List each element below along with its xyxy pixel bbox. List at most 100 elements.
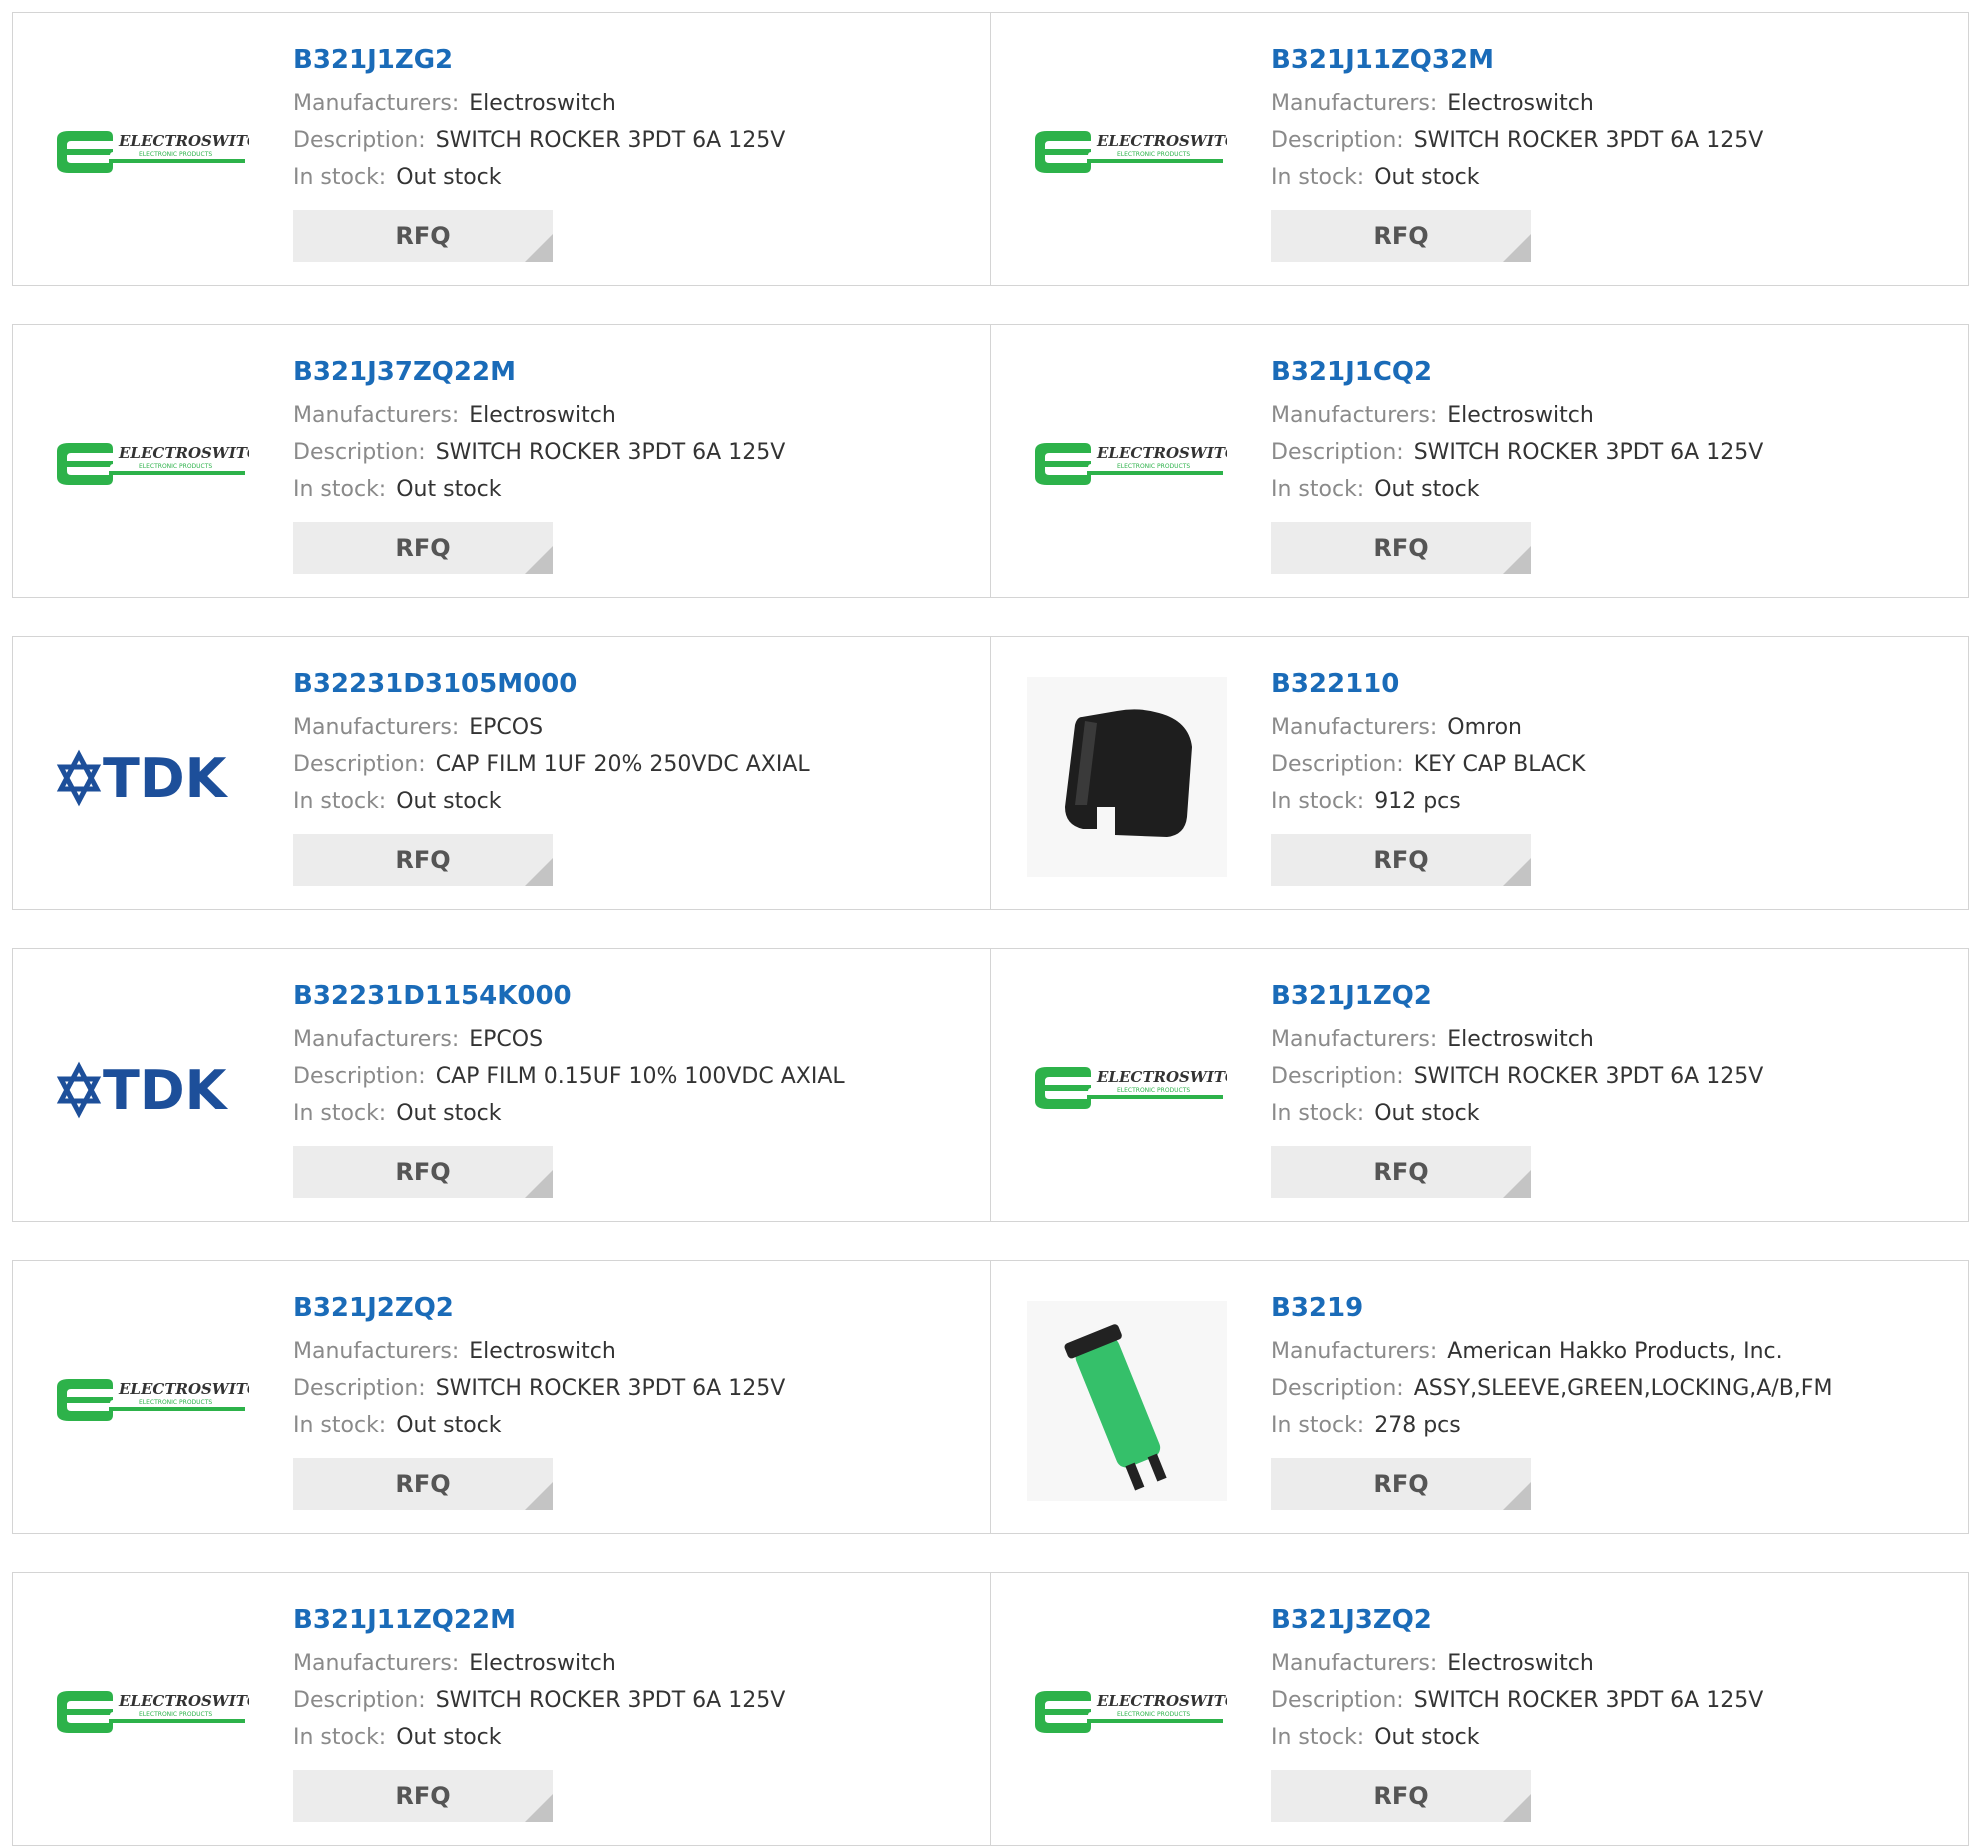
rfq-label: RFQ xyxy=(395,1470,451,1498)
manufacturer-label: Manufacturers: xyxy=(293,403,460,428)
product-image[interactable]: ELECTROSWITCHELECTRONIC PRODUCTS xyxy=(49,53,249,253)
part-number-link[interactable]: B321J1ZQ2 xyxy=(1271,977,1951,1015)
rfq-button[interactable]: RFQ xyxy=(293,834,553,886)
rfq-button[interactable]: RFQ xyxy=(1271,1770,1531,1822)
corner-triangle-icon xyxy=(525,1482,553,1510)
stock-value: 912 pcs xyxy=(1374,789,1461,814)
stock-label: In stock: xyxy=(1271,1725,1365,1750)
part-number-link[interactable]: B321J3ZQ2 xyxy=(1271,1601,1951,1639)
manufacturer-row: Manufacturers: Electroswitch xyxy=(293,397,973,434)
rfq-label: RFQ xyxy=(1373,1158,1429,1186)
stock-value: Out stock xyxy=(396,1725,502,1750)
electroswitch-logo-subtext: ELECTRONIC PRODUCTS xyxy=(1117,1087,1190,1094)
electroswitch-logo-icon: ELECTROSWITCHELECTRONIC PRODUCTS xyxy=(1035,131,1227,173)
description-row: Description: SWITCH ROCKER 3PDT 6A 125V xyxy=(293,1370,973,1407)
part-number-link[interactable]: B3219 xyxy=(1271,1289,1951,1327)
rfq-button[interactable]: RFQ xyxy=(293,522,553,574)
product-image[interactable]: ELECTROSWITCHELECTRONIC PRODUCTS xyxy=(49,1301,249,1501)
part-number-link[interactable]: B32231D1154K000 xyxy=(293,977,973,1015)
description-value: SWITCH ROCKER 3PDT 6A 125V xyxy=(435,440,786,465)
description-value: SWITCH ROCKER 3PDT 6A 125V xyxy=(435,128,786,153)
product-info: B322110 Manufacturers: Omron Description:… xyxy=(1271,665,1951,886)
product-image[interactable]: ELECTROSWITCHELECTRONIC PRODUCTS xyxy=(49,365,249,565)
product-row: ELECTROSWITCHELECTRONIC PRODUCTS B321J37… xyxy=(12,324,1969,598)
rfq-button[interactable]: RFQ xyxy=(293,1458,553,1510)
product-row: TDK B32231D3105M000 Manufacturers: EPCOS … xyxy=(12,636,1969,910)
stock-value: Out stock xyxy=(396,165,502,190)
rfq-button[interactable]: RFQ xyxy=(1271,1458,1531,1510)
description-row: Description: SWITCH ROCKER 3PDT 6A 125V xyxy=(1271,1058,1951,1095)
electroswitch-logo-subtext: ELECTRONIC PRODUCTS xyxy=(1117,151,1190,158)
stock-value: Out stock xyxy=(396,789,502,814)
description-label: Description: xyxy=(1271,440,1404,465)
product-image[interactable]: ELECTROSWITCHELECTRONIC PRODUCTS xyxy=(1027,1613,1227,1813)
rfq-label: RFQ xyxy=(1373,1782,1429,1810)
product-card: ELECTROSWITCHELECTRONIC PRODUCTS B321J37… xyxy=(12,324,991,598)
stock-value: Out stock xyxy=(1374,1725,1480,1750)
product-image[interactable]: TDK xyxy=(49,989,249,1189)
manufacturer-row: Manufacturers: Electroswitch xyxy=(293,1333,973,1370)
product-image[interactable]: ELECTROSWITCHELECTRONIC PRODUCTS xyxy=(1027,365,1227,565)
part-number-link[interactable]: B321J1ZG2 xyxy=(293,41,973,79)
rfq-button[interactable]: RFQ xyxy=(1271,1146,1531,1198)
stock-row: In stock: Out stock xyxy=(1271,471,1951,508)
electroswitch-logo-icon: ELECTROSWITCHELECTRONIC PRODUCTS xyxy=(57,1379,249,1421)
manufacturer-row: Manufacturers: EPCOS xyxy=(293,709,973,746)
product-image[interactable]: ELECTROSWITCHELECTRONIC PRODUCTS xyxy=(1027,53,1227,253)
tdk-logo-icon: TDK xyxy=(56,1059,229,1122)
stock-value: Out stock xyxy=(396,1413,502,1438)
manufacturer-value: EPCOS xyxy=(469,715,544,740)
rfq-label: RFQ xyxy=(395,1782,451,1810)
product-row: TDK B32231D1154K000 Manufacturers: EPCOS … xyxy=(12,948,1969,1222)
manufacturer-row: Manufacturers: EPCOS xyxy=(293,1021,973,1058)
rfq-button[interactable]: RFQ xyxy=(1271,834,1531,886)
electroswitch-logo-text: ELECTROSWITCH xyxy=(1096,1068,1227,1086)
product-image[interactable] xyxy=(1027,677,1227,877)
part-number-link[interactable]: B321J1CQ2 xyxy=(1271,353,1951,391)
rfq-button[interactable]: RFQ xyxy=(1271,210,1531,262)
manufacturer-row: Manufacturers: Electroswitch xyxy=(1271,85,1951,122)
product-image[interactable] xyxy=(1027,1301,1227,1501)
rfq-button[interactable]: RFQ xyxy=(293,1146,553,1198)
description-row: Description: SWITCH ROCKER 3PDT 6A 125V xyxy=(293,122,973,159)
stock-row: In stock: Out stock xyxy=(293,1407,973,1444)
part-number-link[interactable]: B322110 xyxy=(1271,665,1951,703)
electroswitch-logo-icon: ELECTROSWITCHELECTRONIC PRODUCTS xyxy=(57,131,249,173)
part-number-link[interactable]: B32231D3105M000 xyxy=(293,665,973,703)
rfq-button[interactable]: RFQ xyxy=(1271,522,1531,574)
stock-label: In stock: xyxy=(1271,1413,1365,1438)
rfq-button[interactable]: RFQ xyxy=(293,1770,553,1822)
electroswitch-logo-subtext: ELECTRONIC PRODUCTS xyxy=(1117,463,1190,470)
part-number-link[interactable]: B321J11ZQ22M xyxy=(293,1601,973,1639)
electroswitch-logo-subtext: ELECTRONIC PRODUCTS xyxy=(139,1399,212,1406)
stock-value: Out stock xyxy=(1374,477,1480,502)
product-image[interactable]: TDK xyxy=(49,677,249,877)
stock-value: Out stock xyxy=(1374,165,1480,190)
description-value: CAP FILM 0.15UF 10% 100VDC AXIAL xyxy=(435,1064,845,1089)
stock-row: In stock: 912 pcs xyxy=(1271,783,1951,820)
rfq-label: RFQ xyxy=(1373,534,1429,562)
description-label: Description: xyxy=(293,1064,426,1089)
product-image[interactable]: ELECTROSWITCHELECTRONIC PRODUCTS xyxy=(1027,989,1227,1189)
manufacturer-value: American Hakko Products, Inc. xyxy=(1447,1339,1783,1364)
manufacturer-label: Manufacturers: xyxy=(293,1651,460,1676)
manufacturer-value: Electroswitch xyxy=(469,91,616,116)
electroswitch-logo-icon: ELECTROSWITCHELECTRONIC PRODUCTS xyxy=(57,1691,249,1733)
description-label: Description: xyxy=(1271,128,1404,153)
product-info: B32231D1154K000 Manufacturers: EPCOS Desc… xyxy=(293,977,973,1198)
rfq-button[interactable]: RFQ xyxy=(293,210,553,262)
product-info: B32231D3105M000 Manufacturers: EPCOS Desc… xyxy=(293,665,973,886)
description-value: ASSY,SLEEVE,GREEN,LOCKING,A/B,FM xyxy=(1413,1376,1833,1401)
electroswitch-logo-subtext: ELECTRONIC PRODUCTS xyxy=(139,1711,212,1718)
manufacturer-value: Electroswitch xyxy=(1447,1651,1594,1676)
description-value: SWITCH ROCKER 3PDT 6A 125V xyxy=(435,1688,786,1713)
manufacturer-row: Manufacturers: Electroswitch xyxy=(1271,1645,1951,1682)
green-sleeve-photo-icon xyxy=(1027,1301,1227,1501)
corner-triangle-icon xyxy=(1503,234,1531,262)
part-number-link[interactable]: B321J11ZQ32M xyxy=(1271,41,1951,79)
product-row: ELECTROSWITCHELECTRONIC PRODUCTS B321J2Z… xyxy=(12,1260,1969,1534)
product-image[interactable]: ELECTROSWITCHELECTRONIC PRODUCTS xyxy=(49,1613,249,1813)
part-number-link[interactable]: B321J37ZQ22M xyxy=(293,353,973,391)
corner-triangle-icon xyxy=(1503,1794,1531,1822)
part-number-link[interactable]: B321J2ZQ2 xyxy=(293,1289,973,1327)
